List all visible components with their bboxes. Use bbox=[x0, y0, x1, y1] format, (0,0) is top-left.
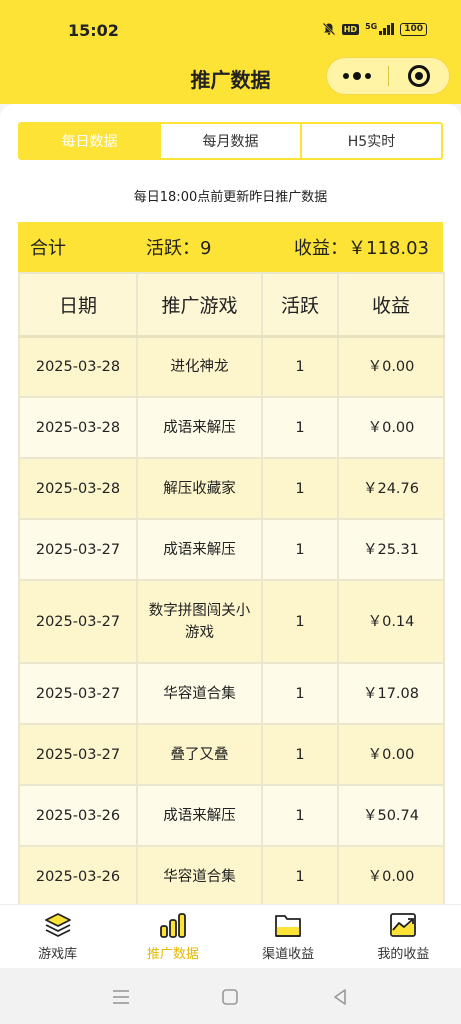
network-type: 5G bbox=[365, 21, 378, 31]
status-bar: 15:02 HD 5G 100 bbox=[0, 0, 461, 56]
cell-game: 成语来解压 bbox=[136, 396, 263, 459]
table-row: 2025-03-28 成语来解压 1 ￥0.00 bbox=[18, 396, 445, 459]
status-time: 15:02 bbox=[68, 21, 119, 40]
bottom-tab-label: 渠道收益 bbox=[262, 947, 315, 962]
cell-date: 2025-03-27 bbox=[18, 662, 138, 725]
cell-date: 2025-03-28 bbox=[18, 396, 138, 459]
cell-game: 解压收藏家 bbox=[136, 457, 263, 520]
summary-active-label: 活跃： bbox=[146, 238, 200, 259]
cell-active: 1 bbox=[261, 579, 339, 664]
summary-income-value: ￥118.03 bbox=[348, 238, 429, 259]
bottom-tab-bar: 游戏库 推广数据 渠道收益 我的收益 bbox=[0, 904, 461, 968]
bottom-tab-label: 推广数据 bbox=[146, 947, 199, 962]
cell-active: 1 bbox=[261, 518, 339, 581]
signal-icon bbox=[379, 23, 395, 35]
cell-game: 华容道合集 bbox=[136, 662, 263, 725]
tab-h5-realtime[interactable]: H5实时 bbox=[302, 124, 441, 158]
bottom-tab-my-income[interactable]: 我的收益 bbox=[346, 905, 461, 968]
bottom-tab-game-library[interactable]: 游戏库 bbox=[0, 905, 115, 968]
close-ring-button[interactable] bbox=[388, 65, 449, 87]
cell-active: 1 bbox=[261, 723, 339, 786]
summary-income: 收益：￥118.03 bbox=[294, 234, 429, 260]
table-row: 2025-03-27 华容道合集 1 ￥17.08 bbox=[18, 662, 445, 725]
header-date: 日期 bbox=[18, 272, 138, 337]
cell-income: ￥25.31 bbox=[337, 518, 445, 581]
tab-daily[interactable]: 每日数据 bbox=[20, 124, 161, 158]
cell-active: 1 bbox=[261, 457, 339, 520]
table-row: 2025-03-27 叠了又叠 1 ￥0.00 bbox=[18, 723, 445, 786]
cell-date: 2025-03-27 bbox=[18, 579, 138, 664]
header-game: 推广游戏 bbox=[136, 272, 263, 337]
table-header-row: 日期 推广游戏 活跃 收益 bbox=[18, 272, 445, 337]
main-card: 每日数据 每月数据 H5实时 每日18:00点前更新昨日推广数据 合计 活跃：9… bbox=[0, 104, 461, 904]
cell-active: 1 bbox=[261, 662, 339, 725]
cell-income: ￥0.00 bbox=[337, 396, 445, 459]
cell-game: 成语来解压 bbox=[136, 518, 263, 581]
trend-chart-icon bbox=[390, 913, 417, 937]
tab-monthly[interactable]: 每月数据 bbox=[161, 124, 302, 158]
table-row: 2025-03-27 成语来解压 1 ￥25.31 bbox=[18, 518, 445, 581]
cell-date: 2025-03-28 bbox=[18, 457, 138, 520]
cell-date: 2025-03-27 bbox=[18, 723, 138, 786]
cell-income: ￥0.00 bbox=[337, 334, 445, 398]
bottom-tab-label: 游戏库 bbox=[38, 947, 78, 962]
layers-stack-icon bbox=[44, 913, 71, 937]
cell-income: ￥0.00 bbox=[337, 723, 445, 786]
table-row: 2025-03-28 解压收藏家 1 ￥24.76 bbox=[18, 457, 445, 520]
cell-income: ￥17.08 bbox=[337, 662, 445, 725]
bottom-tab-promo-data[interactable]: 推广数据 bbox=[115, 905, 230, 968]
summary-active-value: 9 bbox=[200, 238, 212, 259]
battery-icon: 100 bbox=[400, 22, 427, 36]
hd-badge: HD bbox=[341, 23, 360, 35]
header-income: 收益 bbox=[337, 272, 445, 337]
summary-income-label: 收益： bbox=[294, 238, 348, 259]
cell-income: ￥50.74 bbox=[337, 784, 445, 847]
cell-game: 叠了又叠 bbox=[136, 723, 263, 786]
mini-program-capsule bbox=[326, 57, 450, 95]
summary-bar: 合计 活跃：9 收益：￥118.03 bbox=[18, 222, 443, 272]
status-icons: HD 5G 100 bbox=[322, 22, 427, 36]
cell-active: 1 bbox=[261, 845, 339, 904]
system-nav-bar bbox=[0, 968, 461, 1024]
table-row: 2025-03-26 成语来解压 1 ￥50.74 bbox=[18, 784, 445, 847]
table-row: 2025-03-26 华容道合集 1 ￥0.00 bbox=[18, 845, 445, 904]
folder-icon bbox=[275, 915, 302, 937]
summary-total-label: 合计 bbox=[30, 238, 66, 259]
bottom-tab-channel-income[interactable]: 渠道收益 bbox=[231, 905, 346, 968]
cell-income: ￥24.76 bbox=[337, 457, 445, 520]
more-dots-icon[interactable] bbox=[327, 71, 388, 80]
summary-active: 活跃：9 bbox=[146, 234, 211, 260]
cell-income: ￥0.00 bbox=[337, 845, 445, 904]
cell-date: 2025-03-28 bbox=[18, 334, 138, 398]
cell-game: 成语来解压 bbox=[136, 784, 263, 847]
mute-bell-icon bbox=[322, 22, 335, 36]
cell-income: ￥0.14 bbox=[337, 579, 445, 664]
nav-bar: 推广数据 bbox=[0, 56, 461, 104]
cell-active: 1 bbox=[261, 396, 339, 459]
bottom-tab-label: 我的收益 bbox=[377, 947, 430, 962]
home-square-icon[interactable] bbox=[219, 986, 241, 1008]
bar-chart-icon bbox=[159, 913, 186, 938]
back-triangle-icon[interactable] bbox=[329, 986, 351, 1008]
cell-game: 数字拼图闯关小游戏 bbox=[136, 579, 263, 664]
cell-active: 1 bbox=[261, 334, 339, 398]
table-row: 2025-03-27 数字拼图闯关小游戏 1 ￥0.14 bbox=[18, 579, 445, 664]
header-active: 活跃 bbox=[261, 272, 339, 337]
cell-game: 进化神龙 bbox=[136, 334, 263, 398]
cell-date: 2025-03-26 bbox=[18, 784, 138, 847]
menu-lines-icon[interactable] bbox=[110, 986, 132, 1008]
cell-date: 2025-03-26 bbox=[18, 845, 138, 904]
period-tabs: 每日数据 每月数据 H5实时 bbox=[18, 122, 443, 160]
cell-game: 华容道合集 bbox=[136, 845, 263, 904]
data-table: 日期 推广游戏 活跃 收益 2025-03-28 进化神龙 1 ￥0.00 20… bbox=[18, 272, 445, 904]
table-row: 2025-03-28 进化神龙 1 ￥0.00 bbox=[18, 334, 445, 398]
cell-date: 2025-03-27 bbox=[18, 518, 138, 581]
cell-active: 1 bbox=[261, 784, 339, 847]
update-notice: 每日18:00点前更新昨日推广数据 bbox=[133, 190, 328, 205]
target-ring-icon bbox=[407, 65, 430, 87]
